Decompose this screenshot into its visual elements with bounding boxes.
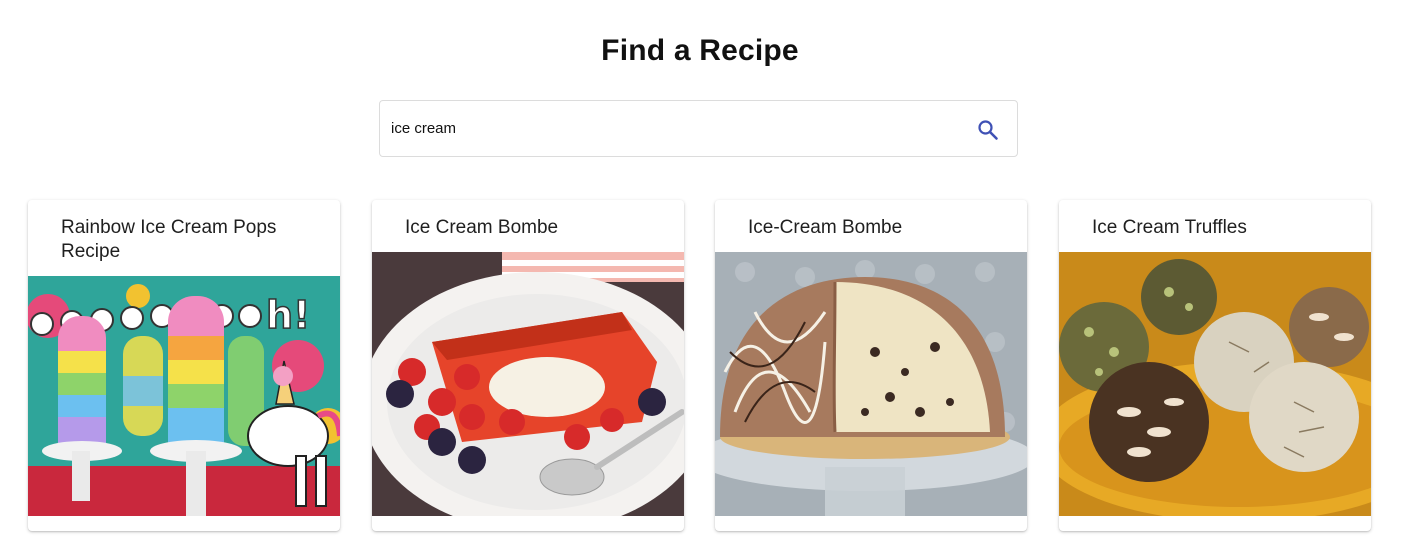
search-icon <box>978 120 998 140</box>
recipe-title: Ice-Cream Bombe <box>748 217 903 238</box>
ice-cream-bombe-with-berries-photo <box>372 252 684 516</box>
recipe-title: Ice Cream Truffles <box>1092 217 1247 238</box>
page-title: Find a Recipe <box>601 34 799 67</box>
recipe-image <box>715 252 1027 516</box>
recipe-title: Rainbow Ice Cream Pops Recipe <box>61 217 277 262</box>
recipe-card[interactable]: Ice-Cream Bombe <box>715 200 1027 531</box>
chocolate-ice-cream-bombe-photo <box>715 252 1027 516</box>
recipe-card[interactable]: Rainbow Ice Cream Pops Recipe h! <box>28 200 340 531</box>
recipe-search-page: Find a Recipe Rainbow Ice Cream Pops Rec… <box>0 0 1405 560</box>
recipe-image <box>1059 252 1371 516</box>
recipe-card[interactable]: Ice Cream Truffles <box>1059 200 1371 531</box>
recipe-image <box>372 252 684 516</box>
search-button[interactable] <box>977 119 999 141</box>
rainbow-ice-cream-pops-photo: h! <box>28 276 340 516</box>
recipe-image: h! <box>28 276 340 516</box>
svg-text:h!: h! <box>266 293 310 337</box>
ice-cream-truffles-photo <box>1059 252 1371 516</box>
search-input[interactable] <box>391 113 951 144</box>
search-box <box>379 100 1018 157</box>
recipe-title: Ice Cream Bombe <box>405 217 559 238</box>
recipe-card[interactable]: Ice Cream Bombe <box>372 200 684 531</box>
